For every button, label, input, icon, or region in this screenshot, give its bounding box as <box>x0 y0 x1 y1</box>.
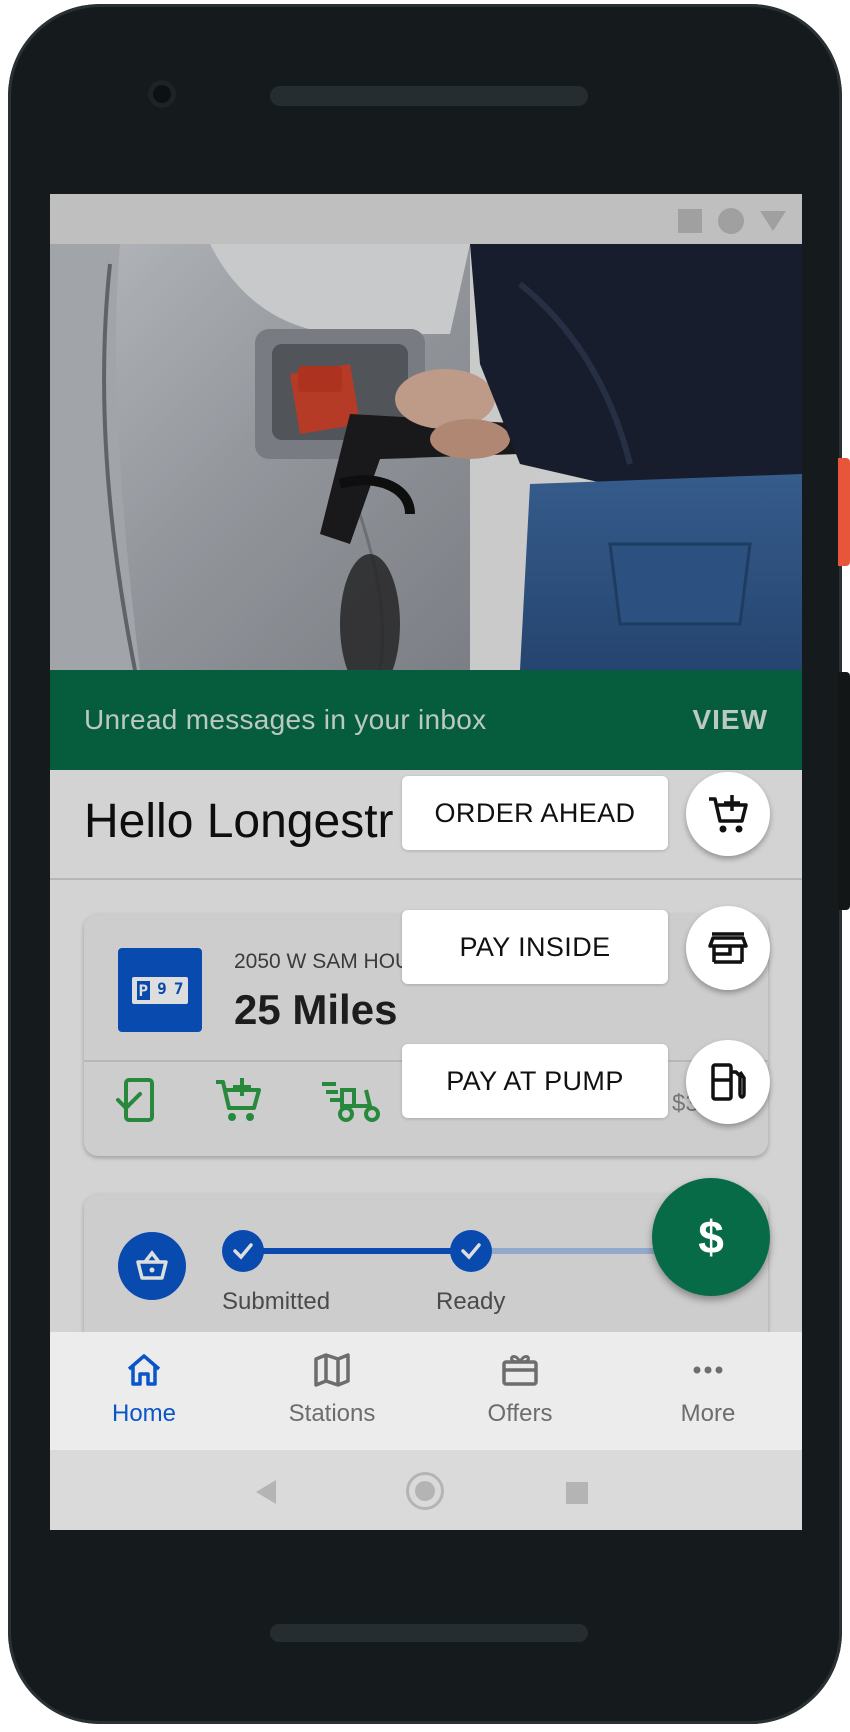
nav-home-label: Home <box>111 1400 177 1427</box>
front-camera <box>148 80 176 108</box>
cart-add-icon <box>709 795 748 833</box>
top-speaker <box>270 86 588 106</box>
pay-at-pump-label[interactable]: PAY AT PUMP <box>402 1044 668 1118</box>
system-navigation-bar <box>50 1450 802 1530</box>
nav-offers[interactable]: Offers <box>426 1332 614 1450</box>
pay-fab[interactable]: $ <box>652 1178 770 1296</box>
app-screen: Unread messages in your inbox VIEW Hello… <box>50 194 802 1530</box>
pay-inside-fab[interactable] <box>686 906 770 990</box>
store-icon <box>708 932 748 964</box>
gift-card-icon <box>502 1355 538 1386</box>
nav-more[interactable]: More <box>614 1332 802 1450</box>
pay-at-pump-fab[interactable] <box>686 1040 770 1124</box>
order-ahead-fab[interactable] <box>686 772 770 856</box>
nav-stations-label: Stations <box>288 1400 376 1427</box>
more-dots-icon <box>693 1366 723 1374</box>
nav-home[interactable]: Home <box>50 1332 238 1450</box>
pay-inside-label[interactable]: PAY INSIDE <box>402 910 668 984</box>
nav-more-label: More <box>680 1400 736 1427</box>
gas-pump-icon <box>711 1063 746 1101</box>
back-icon[interactable] <box>256 1480 276 1504</box>
speed-dial-scrim[interactable] <box>50 194 802 1332</box>
recents-icon[interactable] <box>566 1482 588 1504</box>
nav-offers-label: Offers <box>487 1400 553 1427</box>
bottom-speaker <box>270 1624 588 1642</box>
home-circle-icon[interactable] <box>406 1472 444 1510</box>
volume-button[interactable] <box>838 672 850 910</box>
home-icon <box>127 1354 161 1386</box>
bottom-navigation: Home Stations Offers More <box>50 1332 802 1450</box>
nav-stations[interactable]: Stations <box>238 1332 426 1450</box>
map-icon <box>314 1353 350 1387</box>
power-button[interactable] <box>838 458 850 566</box>
order-ahead-label[interactable]: ORDER AHEAD <box>402 776 668 850</box>
